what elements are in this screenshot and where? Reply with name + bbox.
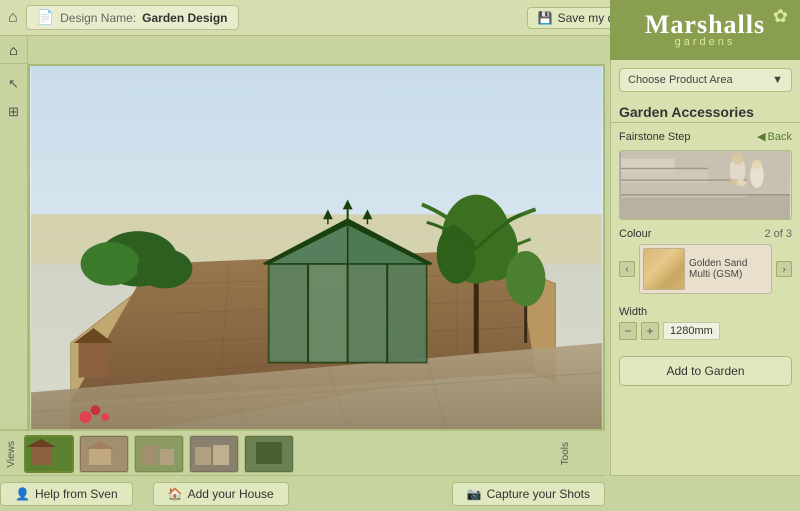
colour-swatch (643, 248, 685, 290)
left-tools-panel: ↖ ⊞ (0, 64, 28, 431)
fairstone-header: Fairstone Step ◀ Back (611, 127, 800, 146)
view-thumb-5[interactable] (244, 435, 294, 473)
house-icon: 🏠 (168, 487, 183, 501)
cursor-tool[interactable]: ↖ (4, 74, 24, 94)
bottom-actions-bar: 👤 Help from Sven 🏠 Add your House 📷 Capt… (0, 475, 605, 511)
main-3d-view (28, 64, 605, 431)
views-strip: Views Tools (6, 435, 571, 473)
capture-shots-button[interactable]: 📷 Capture your Shots (452, 482, 605, 506)
design-name-label: Design Name: (60, 11, 136, 25)
bottom-views-bar: Views Tools (0, 429, 605, 475)
logo-sub: gardens (675, 36, 736, 48)
width-label: Width (619, 306, 792, 318)
add-house-button[interactable]: 🏠 Add your House (153, 482, 289, 506)
view-thumb-2[interactable] (79, 435, 129, 473)
design-name-value: Garden Design (142, 11, 227, 25)
home-icon-top[interactable]: ⌂ (8, 9, 18, 27)
colour-prev-button[interactable]: ‹ (619, 261, 635, 277)
capture-shots-label: Capture your Shots (487, 487, 590, 501)
view-thumb-1[interactable] (24, 435, 74, 473)
home-button[interactable]: ⌂ (0, 36, 28, 64)
right-panel: Choose Product Area ▼ Garden Accessories… (610, 60, 800, 511)
camera-icon: 📷 (467, 487, 482, 501)
garden-scene-svg (30, 66, 603, 429)
bottom-right-area (610, 475, 800, 511)
add-to-garden-button[interactable]: Add to Garden (619, 356, 792, 386)
tools-label: Tools (560, 442, 571, 465)
dropdown-chevron-icon: ▼ (772, 74, 783, 86)
accessories-title: Garden Accessories (611, 100, 800, 123)
width-increase-button[interactable]: + (641, 322, 659, 340)
view-thumb-3[interactable] (134, 435, 184, 473)
tools-section: Tools (560, 442, 571, 465)
product-area-label: Choose Product Area (628, 74, 733, 86)
grid-tool[interactable]: ⊞ (4, 102, 24, 122)
colour-count: 2 of 3 (764, 228, 792, 240)
back-button[interactable]: ◀ Back (757, 130, 792, 143)
colour-name: Golden Sand Multi (GSM) (689, 258, 768, 280)
logo-area: ✿ Marshalls gardens (610, 0, 800, 60)
back-chevron-icon: ◀ (757, 130, 765, 143)
view-thumb-4[interactable] (189, 435, 239, 473)
sven-icon: 👤 (15, 487, 30, 501)
save-icon: 💾 (538, 11, 553, 25)
width-section: Width − + 1280mm (611, 302, 800, 344)
help-sven-button[interactable]: 👤 Help from Sven (0, 482, 133, 506)
colour-section-header: Colour 2 of 3 (619, 228, 792, 240)
flower-icon: ✿ (773, 6, 788, 27)
logo-main: Marshalls (645, 12, 765, 38)
colour-label: Colour (619, 228, 651, 240)
width-control: − + 1280mm (619, 322, 792, 340)
add-house-label: Add your House (188, 487, 274, 501)
product-area-dropdown[interactable]: Choose Product Area ▼ (619, 68, 792, 92)
design-name-section: 📄 Design Name: Garden Design (26, 5, 239, 30)
width-decrease-button[interactable]: − (619, 322, 637, 340)
width-value: 1280mm (663, 322, 720, 340)
help-sven-label: Help from Sven (35, 487, 118, 501)
back-label: Back (768, 131, 792, 143)
colour-next-button[interactable]: › (776, 261, 792, 277)
product-name: Fairstone Step (619, 131, 691, 143)
colour-section: Colour 2 of 3 ‹ Golden Sand Multi (GSM) … (611, 224, 800, 298)
colour-carousel: ‹ Golden Sand Multi (GSM) › (619, 244, 792, 294)
colour-swatch-area: Golden Sand Multi (GSM) (639, 244, 772, 294)
product-image (619, 150, 792, 220)
doc-icon: 📄 (37, 9, 54, 26)
views-label: Views (6, 441, 17, 468)
